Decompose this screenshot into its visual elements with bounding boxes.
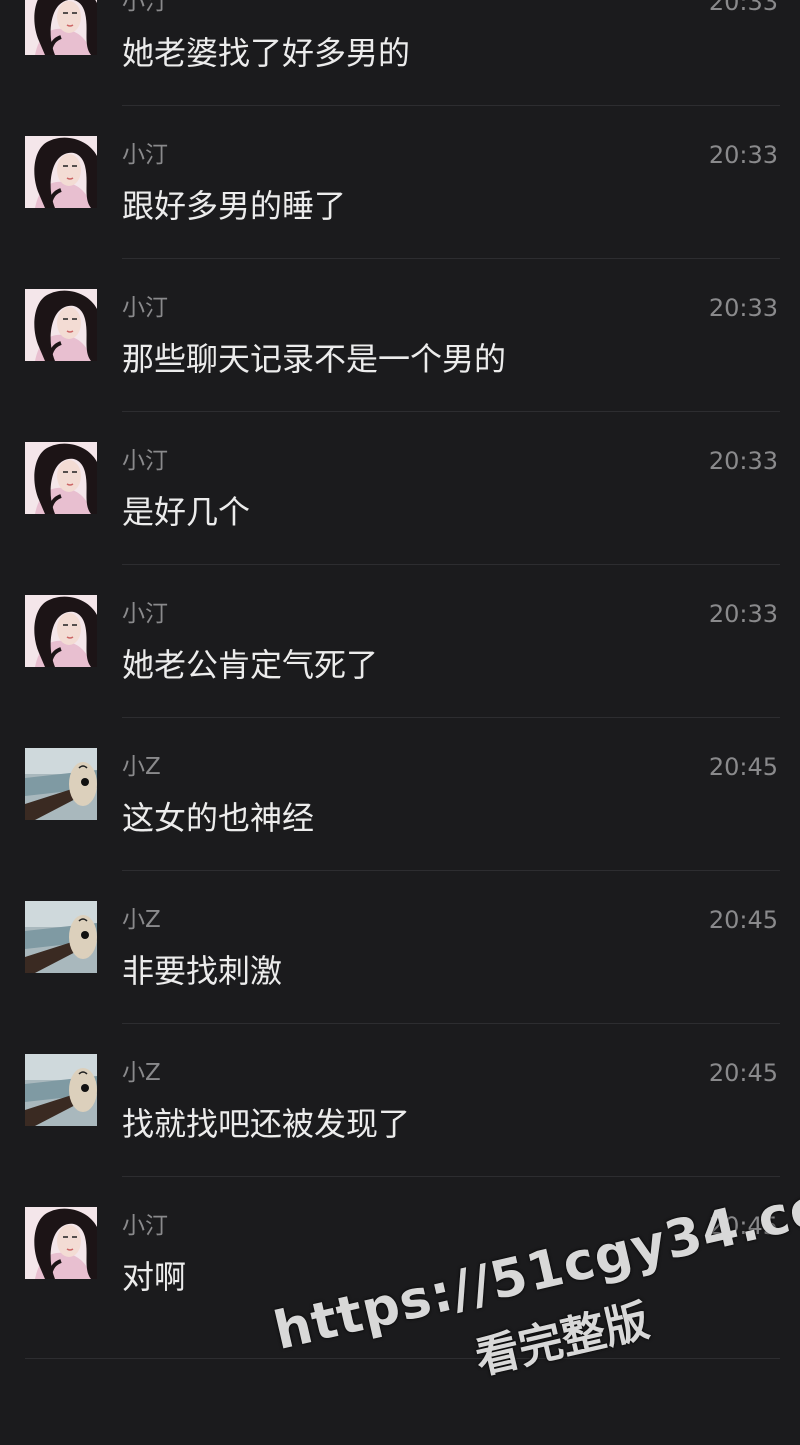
divider <box>122 411 780 412</box>
message-item[interactable]: 小Z 20:45 找就找吧还被发现了 <box>0 1054 800 1206</box>
sender-name: 小汀 <box>122 295 168 321</box>
message-time: 20:45 <box>708 906 778 934</box>
message-text: 跟好多男的睡了 <box>122 187 347 225</box>
message-item[interactable]: 小汀 20:33 跟好多男的睡了 <box>0 136 800 288</box>
woman-avatar[interactable] <box>25 595 97 667</box>
sender-name: 小汀 <box>122 142 168 168</box>
message-item[interactable]: 小汀 20:45 对啊 <box>0 1207 800 1359</box>
message-text: 找就找吧还被发现了 <box>122 1105 411 1143</box>
divider <box>122 258 780 259</box>
message-time: 20:33 <box>708 294 778 322</box>
divider <box>122 870 780 871</box>
message-text: 那些聊天记录不是一个男的 <box>122 340 507 378</box>
message-time: 20:33 <box>708 600 778 628</box>
sender-name: 小汀 <box>122 1213 168 1239</box>
divider <box>122 717 780 718</box>
message-text: 她老婆找了好多男的 <box>122 34 411 72</box>
bottom-divider <box>25 1358 780 1359</box>
message-text: 她老公肯定气死了 <box>122 646 379 684</box>
sender-name: 小汀 <box>122 601 168 627</box>
message-text: 这女的也神经 <box>122 799 315 837</box>
message-item[interactable]: 小汀 20:33 她老公肯定气死了 <box>0 595 800 747</box>
sender-name: 小Z <box>122 1060 161 1086</box>
message-item[interactable]: 小汀 20:33 那些聊天记录不是一个男的 <box>0 289 800 441</box>
sender-name: 小Z <box>122 754 161 780</box>
sender-name: 小汀 <box>122 0 168 15</box>
woman-avatar[interactable] <box>25 0 97 55</box>
message-item[interactable]: 小Z 20:45 非要找刺激 <box>0 901 800 1053</box>
message-time: 20:33 <box>708 447 778 475</box>
woman-avatar[interactable] <box>25 289 97 361</box>
message-item[interactable]: 小汀 20:33 她老婆找了好多男的 <box>0 0 800 135</box>
divider <box>122 1176 780 1177</box>
message-time: 20:33 <box>708 0 778 16</box>
duck-avatar[interactable] <box>25 748 97 820</box>
message-item[interactable]: 小汀 20:33 是好几个 <box>0 442 800 594</box>
duck-avatar[interactable] <box>25 901 97 973</box>
divider <box>122 1023 780 1024</box>
divider <box>122 564 780 565</box>
duck-avatar[interactable] <box>25 1054 97 1126</box>
message-text: 是好几个 <box>122 493 251 531</box>
divider <box>122 105 780 106</box>
message-time: 20:33 <box>708 141 778 169</box>
message-time: 20:45 <box>708 1059 778 1087</box>
woman-avatar[interactable] <box>25 136 97 208</box>
sender-name: 小Z <box>122 907 161 933</box>
message-time: 20:45 <box>708 1212 778 1240</box>
woman-avatar[interactable] <box>25 1207 97 1279</box>
woman-avatar[interactable] <box>25 442 97 514</box>
message-time: 20:45 <box>708 753 778 781</box>
sender-name: 小汀 <box>122 448 168 474</box>
message-item[interactable]: 小Z 20:45 这女的也神经 <box>0 748 800 900</box>
message-text: 对啊 <box>122 1258 187 1296</box>
message-text: 非要找刺激 <box>122 952 283 990</box>
